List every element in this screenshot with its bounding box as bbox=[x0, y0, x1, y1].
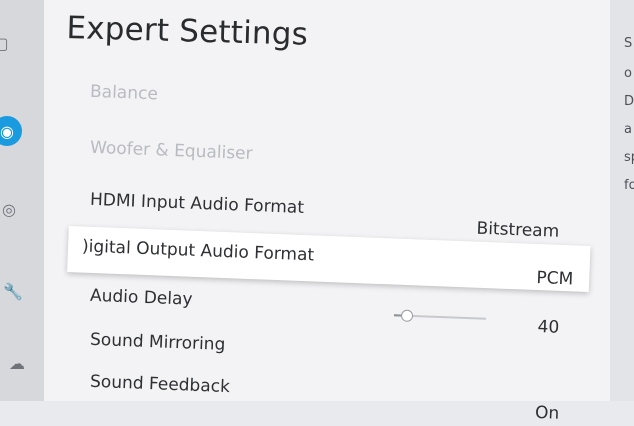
menu-item-label: HDMI Input Audio Format bbox=[89, 189, 305, 218]
menu-item-value: Bitstream bbox=[476, 218, 560, 242]
menu-item-woofer-equaliser[interactable]: Woofer & Equaliser bbox=[43, 128, 610, 192]
description-line: S bbox=[624, 36, 633, 51]
description-line: fo bbox=[624, 178, 634, 193]
menu-item-label: Sound Mirroring bbox=[89, 329, 226, 355]
description-pane: S o D a sp fo bbox=[610, 0, 634, 401]
settings-panel: Expert Settings Balance Woofer & Equalis… bbox=[43, 0, 610, 424]
menu-item-label: Woofer & Equaliser bbox=[89, 137, 253, 165]
description-line: a bbox=[624, 122, 632, 137]
menu-item-balance[interactable]: Balance bbox=[43, 72, 610, 136]
menu-item-value: On bbox=[534, 402, 560, 424]
menu-item-label: Audio Delay bbox=[89, 285, 193, 310]
description-line: sp bbox=[624, 150, 634, 165]
slider-thumb[interactable] bbox=[400, 309, 414, 322]
menu-item-label: Sound Feedback bbox=[89, 371, 231, 398]
page-title: Expert Settings bbox=[65, 10, 309, 53]
menu-item-label: )igital Output Audio Format bbox=[81, 236, 315, 266]
description-line: D bbox=[624, 94, 634, 109]
support-icon[interactable]: ☁ bbox=[2, 348, 32, 378]
wrench-icon[interactable]: 🔧 bbox=[0, 276, 28, 306]
menu-item-label: Balance bbox=[89, 81, 159, 105]
monitor-icon[interactable]: ▢ bbox=[0, 28, 16, 58]
menu-item-value: 40 bbox=[537, 316, 560, 338]
description-line: o bbox=[624, 66, 632, 81]
broadcast-icon[interactable]: ◎ bbox=[0, 194, 24, 224]
category-sidebar: ▢ ◉ ◎ 🔧 ☁ bbox=[0, 0, 44, 401]
sound-icon[interactable]: ◉ bbox=[0, 116, 22, 146]
menu-item-value: PCM bbox=[536, 268, 574, 290]
